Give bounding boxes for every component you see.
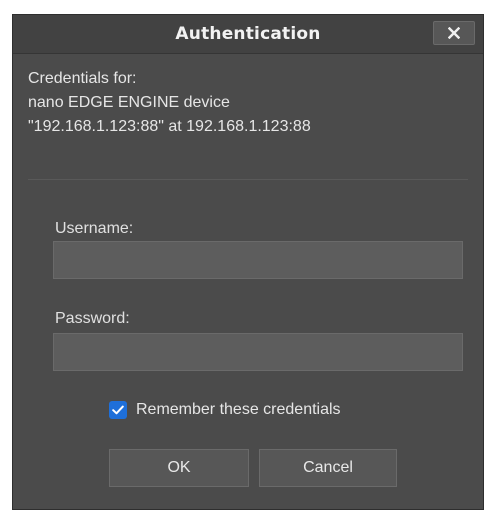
device-name: nano EDGE ENGINE device	[28, 94, 230, 111]
password-label: Password:	[55, 310, 130, 327]
password-input[interactable]	[53, 333, 463, 371]
dialog-title: Authentication	[175, 24, 321, 44]
checkbox-box[interactable]	[109, 401, 127, 419]
username-label: Username:	[55, 220, 134, 237]
remember-credentials-label: Remember these credentials	[136, 401, 341, 418]
credentials-heading: Credentials for:	[28, 70, 137, 87]
checkmark-icon	[112, 405, 124, 415]
cancel-button[interactable]: Cancel	[259, 449, 397, 487]
ok-button[interactable]: OK	[109, 449, 249, 487]
title-bar: Authentication	[13, 15, 483, 54]
device-address: "192.168.1.123:88" at 192.168.1.123:88	[28, 118, 311, 135]
remember-credentials-checkbox[interactable]: Remember these credentials	[109, 399, 341, 421]
close-icon	[448, 27, 460, 39]
credentials-description: Credentials for: nano EDGE ENGINE device…	[28, 67, 311, 139]
close-button[interactable]	[433, 21, 475, 45]
divider	[28, 179, 468, 180]
authentication-dialog: Authentication Credentials for: nano EDG…	[12, 14, 484, 510]
username-input[interactable]	[53, 241, 463, 279]
